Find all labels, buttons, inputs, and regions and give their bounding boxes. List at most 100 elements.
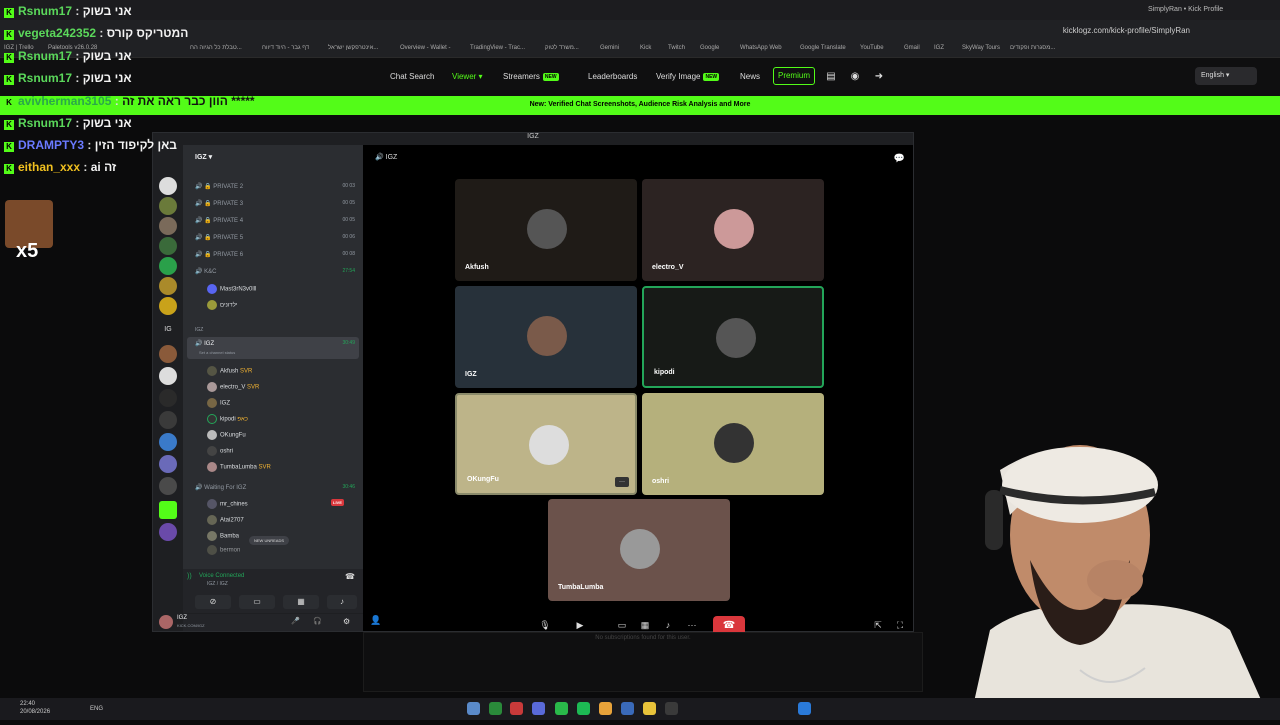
server-icon[interactable] bbox=[159, 477, 177, 495]
voice-user[interactable]: Akfush SVR bbox=[207, 366, 252, 376]
server-icon[interactable] bbox=[159, 345, 177, 363]
video-tile-tumbalumba[interactable]: TumbaLumba bbox=[548, 499, 730, 601]
discord-icon[interactable]: ◉ bbox=[848, 70, 862, 84]
channel-kc[interactable]: 🔊 K&C bbox=[195, 268, 216, 275]
channel-igz[interactable]: 🔊 IGZ bbox=[195, 340, 214, 347]
more-options-icon[interactable]: ··· bbox=[685, 618, 699, 632]
voice-user[interactable]: Atai2707 bbox=[207, 515, 244, 525]
server-icon[interactable] bbox=[159, 217, 177, 235]
server-icon[interactable] bbox=[159, 277, 177, 295]
voice-user[interactable]: mr_chines bbox=[207, 499, 248, 509]
mic-icon[interactable]: 🎤 bbox=[291, 617, 300, 625]
chrome-icon[interactable] bbox=[599, 702, 612, 715]
channel-private-4[interactable]: 🔊 🔒 PRIVATE 4 bbox=[195, 217, 243, 224]
spotify-icon[interactable] bbox=[577, 702, 590, 715]
server-icon[interactable] bbox=[159, 257, 177, 275]
camera-off-button[interactable]: ⊘ bbox=[195, 595, 231, 609]
active-channel-highlight[interactable]: 🔊 IGZ Set a channel status 30:49 bbox=[187, 337, 359, 359]
folder-icon[interactable] bbox=[643, 702, 656, 715]
popout-icon[interactable]: ⇱ bbox=[871, 618, 885, 632]
video-tile-kipodi[interactable]: kipodi bbox=[642, 286, 824, 388]
login-icon[interactable]: ➜ bbox=[872, 70, 886, 84]
server-icon[interactable] bbox=[159, 455, 177, 473]
screen-share-button[interactable]: ▭ bbox=[239, 595, 275, 609]
bookmark[interactable]: Overview - Wallet - bbox=[400, 45, 450, 51]
language-selector[interactable]: English ▾ bbox=[1195, 67, 1257, 85]
bookmark[interactable]: Gmail bbox=[904, 45, 920, 51]
avatar[interactable] bbox=[159, 615, 173, 629]
channel-waiting[interactable]: 🔊 Waiting For IGZ bbox=[195, 484, 246, 491]
nav-streamers[interactable]: Streamers NEW bbox=[503, 72, 559, 81]
server-icon[interactable] bbox=[159, 177, 177, 195]
bookmark[interactable]: אינטרפקשן ישראל... bbox=[328, 45, 378, 51]
channel-private-5[interactable]: 🔊 🔒 PRIVATE 5 bbox=[195, 234, 243, 241]
taskbar-app-icon[interactable] bbox=[467, 702, 480, 715]
bookmark[interactable]: YouTube bbox=[860, 45, 884, 51]
bookmark[interactable]: TradingView - Trac... bbox=[470, 45, 525, 51]
soundboard-button[interactable]: ♪ bbox=[327, 595, 357, 609]
browser-tab[interactable]: SimplyRan • Kick Profile bbox=[1148, 3, 1258, 17]
taskbar-app-icon[interactable] bbox=[665, 702, 678, 715]
taskbar-app-icon[interactable] bbox=[489, 702, 502, 715]
server-icon[interactable] bbox=[159, 389, 177, 407]
server-icon[interactable] bbox=[159, 237, 177, 255]
taskbar-app-icon[interactable] bbox=[621, 702, 634, 715]
voice-user[interactable]: electro_V SVR bbox=[207, 382, 259, 392]
bookmark[interactable]: דף גבר - היוד דיווח bbox=[262, 45, 309, 51]
server-icon[interactable] bbox=[159, 523, 177, 541]
chat-icon[interactable]: 💬 bbox=[894, 153, 905, 164]
premium-button[interactable]: Premium bbox=[773, 67, 815, 85]
video-tile-okungfu[interactable]: OKungFu ··· bbox=[455, 393, 637, 495]
video-tile-akfush[interactable]: Akfush bbox=[455, 179, 637, 281]
bookmark[interactable]: SkyWay Tours bbox=[962, 45, 1000, 51]
invite-icon[interactable]: 👤 bbox=[369, 613, 383, 627]
voice-user[interactable]: OKungFu bbox=[207, 430, 246, 440]
voice-user[interactable]: kipodi כאפ bbox=[207, 414, 248, 424]
taskbar-app-icon[interactable] bbox=[510, 702, 523, 715]
nav-chat-search[interactable]: Chat Search bbox=[390, 72, 434, 81]
channel-private-2[interactable]: 🔊 🔒 PRIVATE 2 bbox=[195, 183, 243, 190]
voice-user[interactable]: Bamba bbox=[207, 531, 239, 541]
channel-private-6[interactable]: 🔊 🔒 PRIVATE 6 bbox=[195, 251, 243, 258]
whatsapp-icon[interactable] bbox=[555, 702, 568, 715]
server-icon[interactable] bbox=[159, 197, 177, 215]
voice-user[interactable]: TumbaLumba SVR bbox=[207, 462, 271, 472]
mic-icon[interactable]: 🎙 bbox=[538, 618, 552, 632]
bookmark[interactable]: Twitch bbox=[668, 45, 685, 51]
video-tile-igz[interactable]: IGZ bbox=[455, 286, 637, 388]
bookmark[interactable]: Google Translate bbox=[800, 45, 846, 51]
voice-user[interactable]: IGZ bbox=[207, 398, 230, 408]
chart-icon[interactable]: ▤ bbox=[824, 70, 838, 84]
bookmark[interactable]: טבלת כל הגיוה הח... bbox=[190, 45, 242, 51]
bookmark[interactable]: Google bbox=[700, 45, 719, 51]
kick-server-icon[interactable] bbox=[159, 501, 177, 519]
voice-user[interactable]: oshri bbox=[207, 446, 233, 456]
signal-icon[interactable]: )) bbox=[187, 573, 192, 580]
nav-viewer[interactable]: Viewer ▾ bbox=[452, 72, 483, 81]
disconnect-icon[interactable]: ☎ bbox=[345, 572, 355, 581]
server-icon-igz[interactable]: IG bbox=[159, 321, 177, 339]
fullscreen-icon[interactable]: ⛶ bbox=[893, 618, 907, 632]
bookmark[interactable]: IGZ bbox=[934, 45, 944, 51]
voice-location[interactable]: IGZ / IGZ bbox=[207, 581, 228, 587]
channel-private-3[interactable]: 🔊 🔒 PRIVATE 3 bbox=[195, 200, 243, 207]
start-icon[interactable] bbox=[798, 702, 811, 715]
nav-news[interactable]: News bbox=[740, 72, 760, 81]
voice-user[interactable]: ילדונים bbox=[207, 300, 237, 310]
bookmark[interactable]: משרד לטוק... bbox=[545, 45, 579, 51]
server-icon[interactable] bbox=[159, 297, 177, 315]
nav-verify-image[interactable]: Verify Image NEW bbox=[656, 72, 720, 81]
category-igz[interactable]: IGZ bbox=[195, 327, 203, 333]
url-field[interactable]: kicklogz.com/kick-profile/SimplyRan bbox=[1063, 26, 1190, 35]
activities-button[interactable]: ▦ bbox=[283, 595, 319, 609]
server-icon[interactable] bbox=[159, 433, 177, 451]
language-indicator[interactable]: ENG bbox=[90, 706, 103, 712]
new-unreads-pill[interactable]: NEW UNREADS bbox=[249, 536, 290, 545]
video-tile-electro[interactable]: electro_V bbox=[642, 179, 824, 281]
nav-leaderboards[interactable]: Leaderboards bbox=[588, 72, 637, 81]
screen-share-icon[interactable]: ▭ bbox=[615, 618, 629, 632]
taskbar-app-icon[interactable] bbox=[532, 702, 545, 715]
soundboard-icon[interactable]: ♪ bbox=[661, 618, 675, 632]
channel-status[interactable]: Set a channel status bbox=[199, 350, 235, 355]
voice-user[interactable]: Mast3rN3v0lll bbox=[207, 284, 256, 294]
